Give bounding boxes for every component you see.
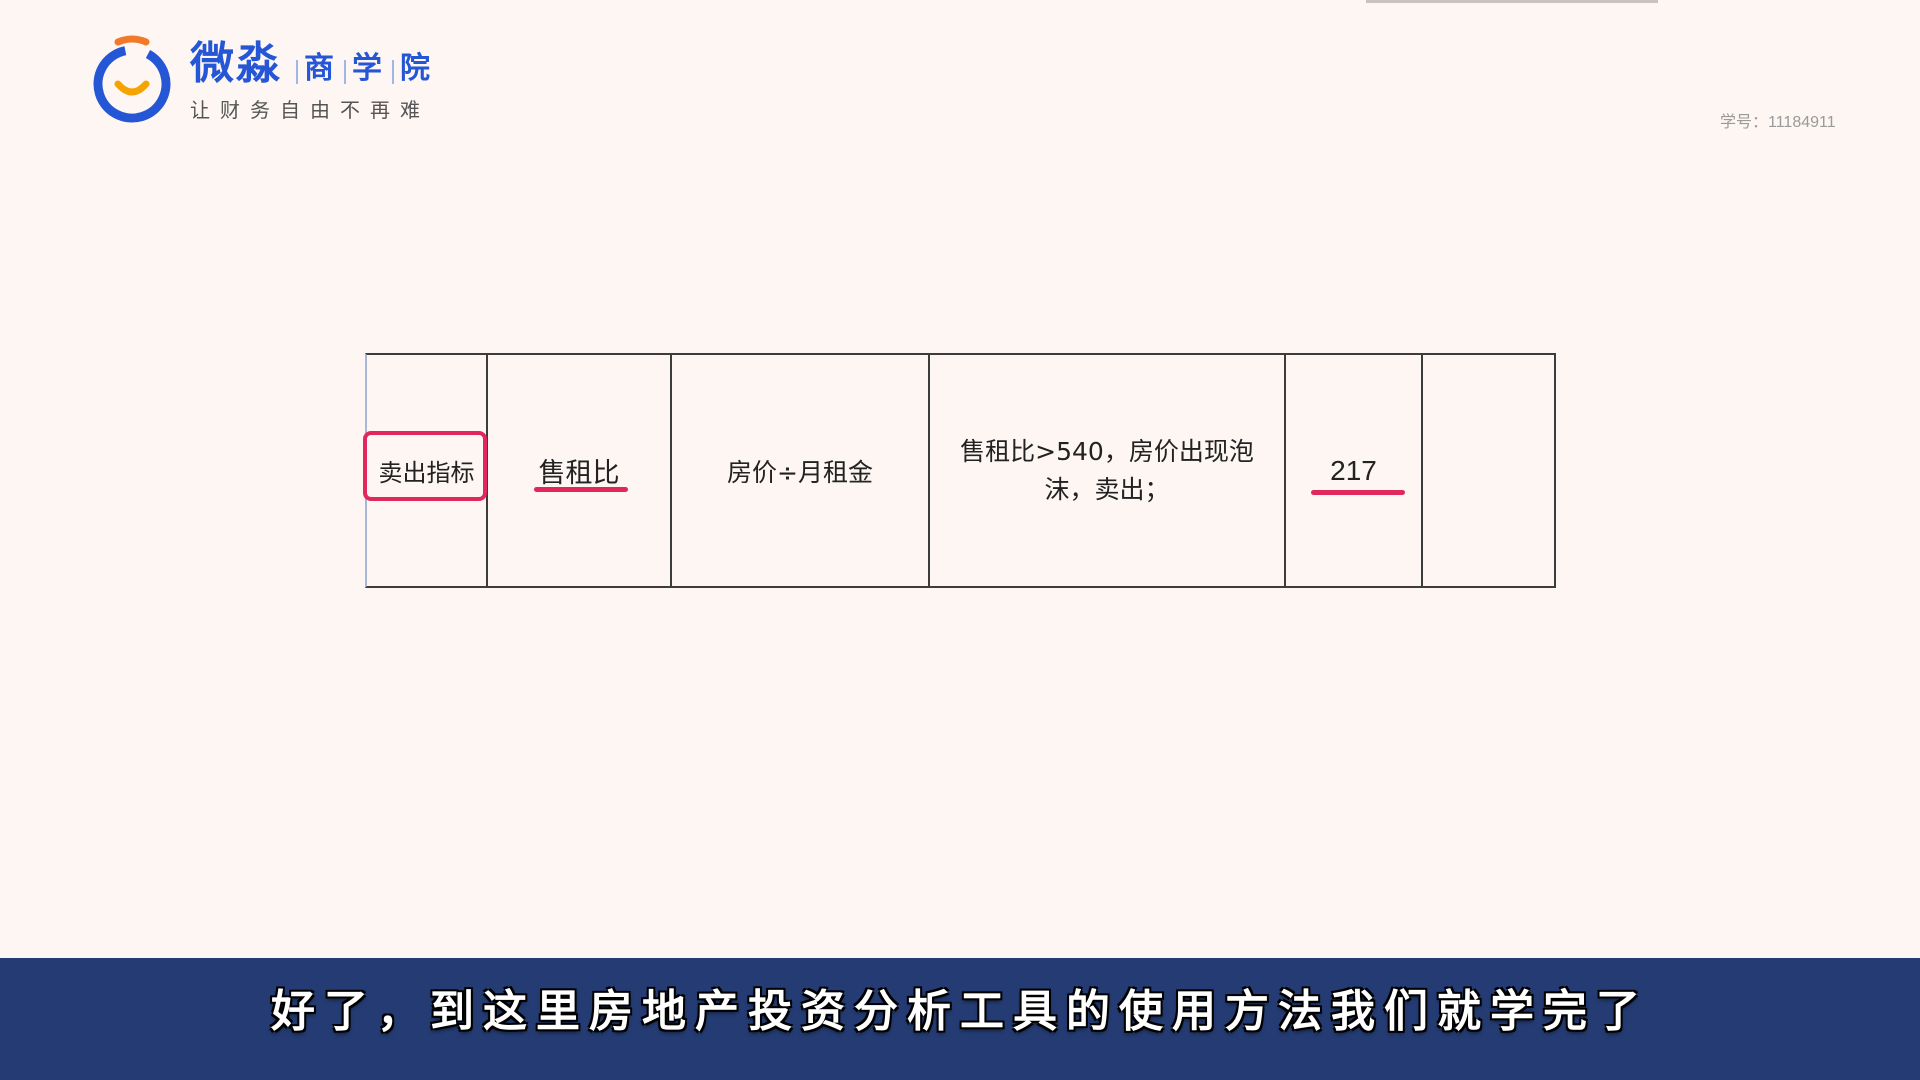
top-edge-mark xyxy=(1366,0,1658,3)
highlight-underline xyxy=(534,487,628,492)
table-cell-name: 售租比 xyxy=(488,355,672,586)
spreadsheet-table: 卖出指标 售租比 房价÷月租金 售租比>540，房价出现泡沫，卖出； 217 xyxy=(363,353,1556,588)
brand-separator xyxy=(392,60,394,84)
brand-logo: 微淼 商 学 院 让财务自由不再难 xyxy=(90,34,490,128)
subtitle-caption: 好了，到这里房地产投资分析工具的使用方法我们就学完了 xyxy=(271,986,1649,1037)
highlight-underline xyxy=(1311,490,1405,495)
table-cell-formula: 房价÷月租金 xyxy=(672,355,930,586)
smile-logo-icon xyxy=(93,35,171,123)
cell-text: 房价÷月租金 xyxy=(727,457,873,487)
subtitle-bar: 好了，到这里房地产投资分析工具的使用方法我们就学完了 xyxy=(0,958,1920,1080)
brand-sub-2: 学 xyxy=(352,51,382,86)
cell-text: 217 xyxy=(1330,454,1377,486)
brand-separator xyxy=(344,60,346,84)
table-cell-empty xyxy=(1423,355,1556,586)
brand-separator xyxy=(296,60,298,84)
student-id: 学号：11184911 xyxy=(1720,114,1836,131)
brand-sub-3: 院 xyxy=(400,51,430,86)
table-cell-value: 217 xyxy=(1286,355,1423,586)
brand-name: 微淼 xyxy=(190,38,282,89)
cell-text: 售租比 xyxy=(538,458,620,489)
brand-sub-1: 商 xyxy=(304,51,334,86)
brand-slogan: 让财务自由不再难 xyxy=(190,98,430,122)
table-cell-rule: 售租比>540，房价出现泡沫，卖出； xyxy=(930,355,1286,586)
cell-text: 售租比>540，房价出现泡沫，卖出； xyxy=(960,437,1254,504)
highlight-box xyxy=(363,431,487,501)
